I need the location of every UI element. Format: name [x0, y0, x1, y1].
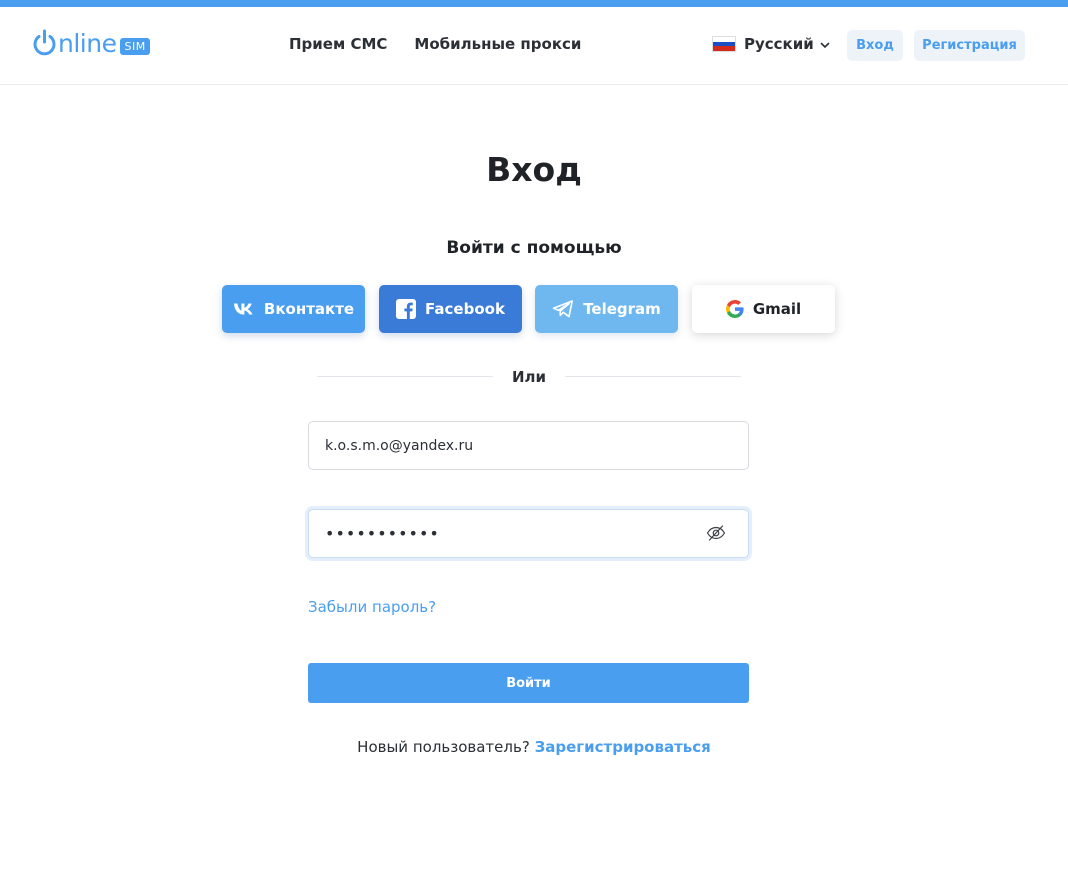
- vk-login-label: Вконтакте: [263, 300, 355, 318]
- new-user-prompt: Новый пользователь? Зарегистрироваться: [0, 738, 1068, 756]
- register-link[interactable]: Зарегистрироваться: [535, 738, 711, 756]
- social-login-heading: Войти с помощью: [446, 238, 622, 258]
- russia-flag-icon: [712, 36, 736, 52]
- power-icon: [32, 29, 57, 57]
- password-field[interactable]: [308, 509, 749, 558]
- or-separator: Или: [511, 368, 547, 386]
- logo-text: nline: [58, 28, 117, 58]
- chevron-down-icon: [820, 42, 830, 48]
- vk-icon: [233, 303, 253, 315]
- header-register-button[interactable]: Регистрация: [914, 30, 1025, 61]
- google-icon: [725, 300, 744, 318]
- new-user-text: Новый пользователь?: [357, 738, 530, 756]
- vk-login-button[interactable]: Вконтакте: [222, 285, 365, 333]
- page-title: Вход: [486, 150, 582, 189]
- facebook-login-label: Facebook: [425, 300, 505, 318]
- divider-right: [565, 376, 741, 377]
- email-field[interactable]: [308, 421, 749, 470]
- login-submit-button[interactable]: Войти: [308, 663, 749, 703]
- nav-item-mobile-proxy[interactable]: Мобильные прокси: [414, 35, 581, 53]
- top-accent-bar: [0, 0, 1068, 7]
- telegram-icon: [552, 300, 574, 318]
- language-selector[interactable]: Русский: [712, 35, 830, 53]
- logo-badge: SIM: [120, 37, 150, 55]
- language-label: Русский: [744, 35, 814, 53]
- forgot-password-link[interactable]: Забыли пароль?: [308, 598, 436, 616]
- main-nav: Прием СМС Мобильные прокси: [289, 35, 581, 53]
- header-login-button[interactable]: Вход: [847, 30, 903, 61]
- gmail-login-label: Gmail: [752, 300, 802, 318]
- facebook-icon: [396, 299, 417, 319]
- telegram-login-button[interactable]: Telegram: [535, 285, 678, 333]
- site-header: nline SIM Прием СМС Мобильные прокси Рус…: [0, 7, 1068, 85]
- nav-item-sms[interactable]: Прием СМС: [289, 35, 387, 53]
- eye-slash-icon[interactable]: [706, 524, 726, 542]
- divider-left: [317, 376, 493, 377]
- facebook-login-button[interactable]: Facebook: [379, 285, 522, 333]
- telegram-login-label: Telegram: [583, 300, 661, 318]
- gmail-login-button[interactable]: Gmail: [692, 285, 835, 333]
- logo[interactable]: nline SIM: [32, 27, 150, 59]
